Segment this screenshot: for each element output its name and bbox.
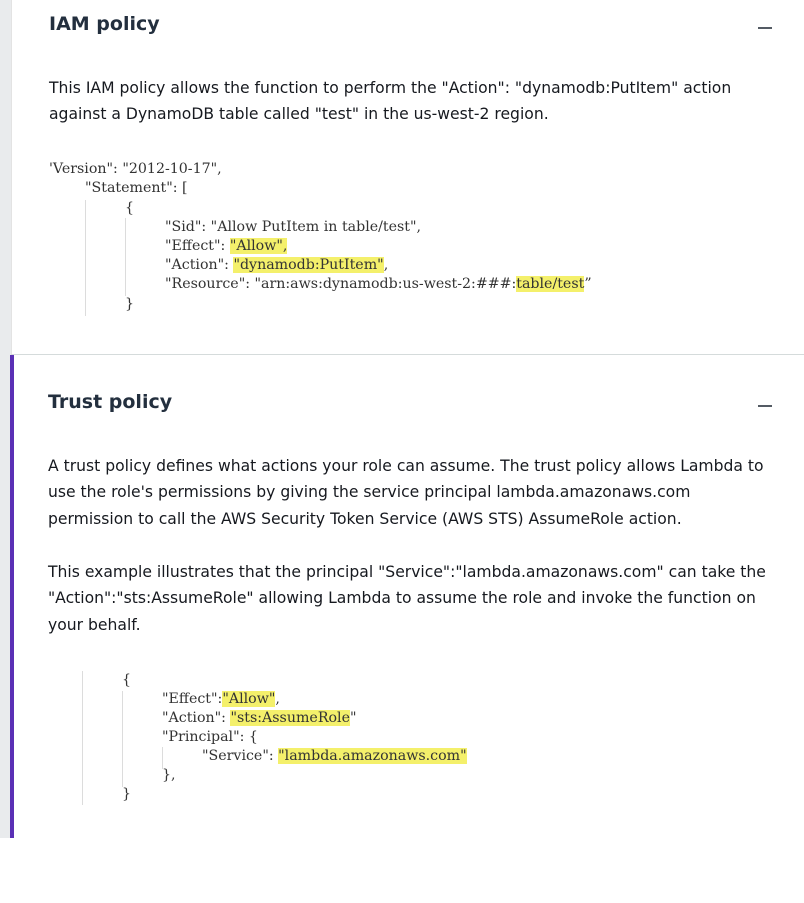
iam-policy-section: IAM policy This IAM policy allows the fu… xyxy=(11,0,804,354)
code-line: { xyxy=(122,672,132,688)
page: IAM policy This IAM policy allows the fu… xyxy=(0,0,804,838)
iam-policy-title: IAM policy xyxy=(49,13,160,35)
code-line: }, xyxy=(162,767,176,783)
code-line: "Sid": "Allow PutItem in table/test", xyxy=(165,219,422,235)
code-highlight: table/test xyxy=(516,276,585,292)
code-line: "Action": "sts:AssumeRole" xyxy=(162,709,357,728)
iam-policy-code: 'Version": "2012-10-17", "Statement": [ … xyxy=(49,160,749,320)
code-key: "Effect": xyxy=(165,238,230,254)
code-line: "Effect":"Allow", xyxy=(162,690,280,709)
indent-guide xyxy=(85,200,86,316)
code-key: "Effect": xyxy=(162,691,223,707)
trust-policy-code: { "Effect":"Allow", "Action": "sts:Assum… xyxy=(82,671,602,811)
iam-policy-description: This IAM policy allows the function to p… xyxy=(49,79,732,124)
code-highlight: "Allow", xyxy=(229,238,288,254)
code-key: "Resource": "arn:aws:dynamodb:us-west-2:… xyxy=(165,276,517,292)
code-line: "Effect": "Allow", xyxy=(165,237,288,256)
trust-policy-description: A trust policy defines what actions your… xyxy=(48,457,764,528)
code-line: "Action": "dynamodb:PutItem", xyxy=(165,256,388,275)
trust-policy-section: Trust policy A trust policy defines what… xyxy=(10,355,804,838)
indent-guide xyxy=(122,691,123,787)
code-line: } xyxy=(122,786,132,802)
trust-collapse-button[interactable] xyxy=(758,405,772,407)
code-highlight: "dynamodb:PutItem" xyxy=(233,257,384,273)
indent-guide xyxy=(125,218,126,296)
code-tail: " xyxy=(349,710,357,726)
code-key: "Service": xyxy=(202,748,279,764)
code-line: 'Version": "2012-10-17", xyxy=(49,161,222,177)
code-tail: ” xyxy=(584,276,592,292)
code-line: { xyxy=(125,200,135,216)
code-highlight: "lambda.amazonaws.com" xyxy=(278,748,467,764)
code-highlight: "Allow" xyxy=(222,691,276,707)
indent-guide xyxy=(82,671,83,805)
trust-policy-title: Trust policy xyxy=(48,391,173,413)
iam-collapse-button[interactable] xyxy=(758,27,772,29)
code-key: "Action": xyxy=(165,257,234,273)
code-highlight: "sts:AssumeRole xyxy=(230,710,350,726)
code-line: } xyxy=(125,296,135,312)
code-line: "Principal": { xyxy=(162,729,258,745)
code-line: "Statement": [ xyxy=(85,180,188,196)
code-line: "Resource": "arn:aws:dynamodb:us-west-2:… xyxy=(165,275,592,294)
code-key: "Action": xyxy=(162,710,231,726)
code-line: "Service": "lambda.amazonaws.com" xyxy=(202,747,467,766)
trust-policy-example: This example illustrates that the princi… xyxy=(48,563,766,634)
code-tail: , xyxy=(275,691,280,707)
code-tail: , xyxy=(383,257,389,273)
